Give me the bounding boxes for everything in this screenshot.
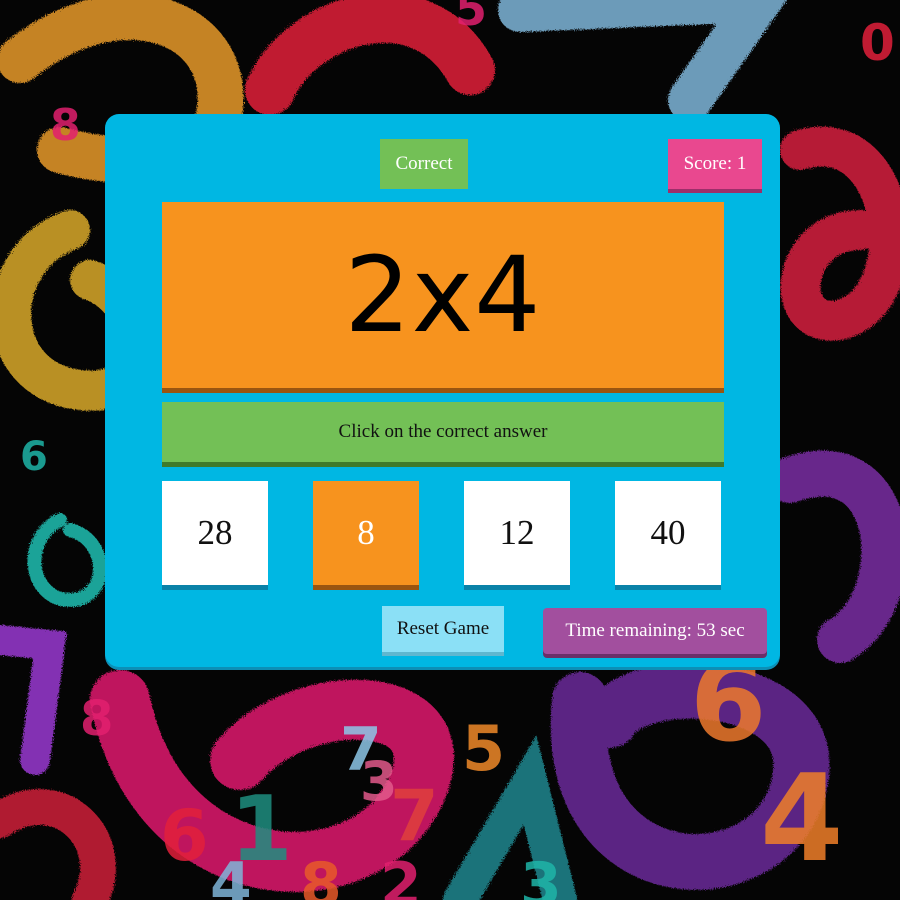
instruction-banner: Click on the correct answer bbox=[162, 402, 724, 462]
svg-text:5: 5 bbox=[462, 712, 505, 785]
reset-game-button[interactable]: Reset Game bbox=[382, 606, 504, 652]
question-text: 2x4 bbox=[344, 234, 542, 356]
answer-choice-3[interactable]: 12 bbox=[464, 481, 570, 585]
svg-text:7: 7 bbox=[390, 775, 439, 857]
svg-text:8: 8 bbox=[80, 691, 113, 747]
score-badge: Score: 1 bbox=[668, 139, 762, 189]
time-remaining-badge: Time remaining: 53 sec bbox=[543, 608, 767, 654]
score-label: Score: 1 bbox=[683, 153, 747, 174]
answer-choice-4[interactable]: 40 bbox=[615, 481, 721, 585]
feedback-status-label: Correct bbox=[395, 153, 453, 174]
answer-choice-label: 40 bbox=[650, 513, 686, 552]
svg-text:2: 2 bbox=[380, 850, 422, 900]
feedback-status: Correct bbox=[380, 139, 468, 189]
answer-choice-label: 8 bbox=[357, 513, 375, 552]
svg-text:4: 4 bbox=[760, 750, 844, 889]
question-display: 2x4 bbox=[162, 202, 724, 388]
svg-text:4: 4 bbox=[210, 850, 252, 900]
answer-choice-2[interactable]: 8 bbox=[313, 481, 419, 585]
time-remaining-label: Time remaining: 53 sec bbox=[565, 620, 745, 641]
svg-text:8: 8 bbox=[50, 100, 81, 151]
instruction-text: Click on the correct answer bbox=[338, 421, 548, 442]
answer-choice-label: 12 bbox=[499, 513, 535, 552]
svg-text:6: 6 bbox=[160, 795, 209, 877]
reset-game-label: Reset Game bbox=[396, 618, 490, 639]
answer-choice-1[interactable]: 28 bbox=[162, 481, 268, 585]
svg-text:3: 3 bbox=[520, 850, 562, 900]
answer-choice-label: 28 bbox=[197, 513, 233, 552]
svg-text:5: 5 bbox=[455, 0, 487, 36]
svg-text:0: 0 bbox=[860, 14, 895, 72]
svg-text:6: 6 bbox=[20, 434, 48, 480]
svg-text:8: 8 bbox=[300, 850, 342, 900]
